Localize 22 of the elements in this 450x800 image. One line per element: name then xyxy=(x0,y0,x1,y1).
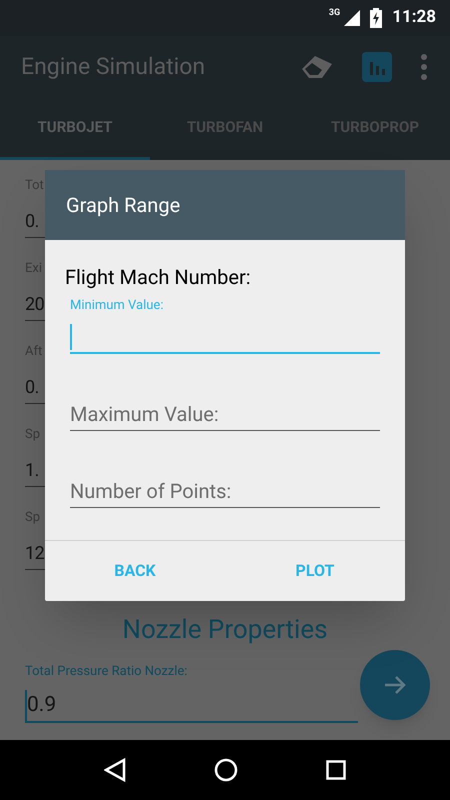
home-icon[interactable] xyxy=(214,758,238,782)
clock-time: 11:28 xyxy=(392,6,436,30)
battery-charging-icon xyxy=(370,8,382,28)
dialog-heading: Flight Mach Number: xyxy=(65,264,252,291)
arrow-right-icon xyxy=(384,675,406,695)
engine-tab[interactable]: TURBOJET xyxy=(0,98,150,160)
signal-icon xyxy=(344,10,360,26)
dialog-button[interactable]: BACK xyxy=(45,541,225,601)
input-field[interactable]: Number of Points: xyxy=(70,475,380,508)
dialog-title: Graph Range xyxy=(66,192,180,219)
section-heading: Nozzle Properties xyxy=(121,614,329,647)
dialog-button[interactable]: PLOT xyxy=(225,541,405,601)
recents-icon[interactable] xyxy=(326,760,346,780)
app-title: Engine Simulation xyxy=(21,52,206,82)
input-field[interactable]: Minimum Value: xyxy=(70,296,380,354)
bar-chart-icon[interactable] xyxy=(362,52,392,82)
network-type: 3G xyxy=(328,7,340,20)
more-options-icon[interactable] xyxy=(420,54,428,80)
back-icon[interactable] xyxy=(104,758,126,782)
input-field[interactable]: Maximum Value: xyxy=(70,398,380,431)
field-label: Total Pressure Ratio Nozzle: xyxy=(25,663,188,681)
value-field[interactable]: 0.9 xyxy=(25,690,358,723)
